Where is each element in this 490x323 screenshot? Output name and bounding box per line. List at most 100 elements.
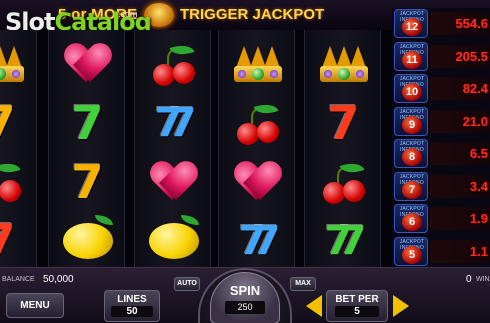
jackpot-inferno-badge: JACKPOT INFERNO9 <box>394 106 428 136</box>
jackpot-inferno-badge: JACKPOT INFERNO5 <box>394 236 428 266</box>
seven-symbol-icon: 7 <box>71 154 104 209</box>
reel-cell: 77 <box>219 211 296 270</box>
jackpot-row: JACKPOT INFERNO921.0 <box>392 106 490 137</box>
jackpot-row: JACKPOT INFERNO61.9 <box>392 203 490 234</box>
jackpot-row: JACKPOT INFERNO86.5 <box>392 138 490 169</box>
jackpot-inferno-badge: JACKPOT INFERNO10 <box>394 74 428 103</box>
reel-cell: 77 <box>305 211 382 270</box>
seven-symbol-icon: 7 <box>0 216 16 266</box>
seven-symbol-icon: 7 <box>71 95 104 150</box>
reel-cell <box>219 152 296 211</box>
jackpot-row: JACKPOT INFERNO73.4 <box>392 171 490 202</box>
jackpot-value: 205.5 <box>430 44 490 68</box>
jackpot-count: 11 <box>402 50 422 69</box>
reel-cell <box>305 152 382 211</box>
bet-value: 5 <box>335 306 379 317</box>
crown-symbol-icon <box>230 42 286 86</box>
jackpot-ladder: JACKPOT INFERNO12554.6JACKPOT INFERNO112… <box>392 8 490 270</box>
win-label: WIN <box>476 276 490 283</box>
jackpot-count: 9 <box>402 115 422 134</box>
reel-5: 7 77 <box>304 30 381 267</box>
bet-decrease-arrow-icon[interactable] <box>306 295 322 317</box>
cherry-symbol-icon <box>233 99 283 145</box>
seven-symbol-icon: 77 <box>324 217 367 264</box>
reel-cell <box>135 152 212 211</box>
cherry-symbol-icon <box>319 158 369 204</box>
reel-cell <box>0 152 38 211</box>
reel-cell <box>49 34 126 93</box>
lines-label: LINES <box>117 294 147 305</box>
reel-cell: 77 <box>135 93 212 152</box>
jackpot-inferno-badge: JACKPOT INFERNO12 <box>394 9 428 38</box>
lemon-symbol-icon <box>148 214 199 259</box>
jackpot-inferno-badge: JACKPOT INFERNO11 <box>394 41 428 71</box>
reel-cell: 7 <box>305 93 382 152</box>
spin-total-bet: 250 <box>225 301 265 314</box>
heart-symbol-icon <box>152 162 196 202</box>
lemon-symbol-icon <box>62 214 113 259</box>
reel-cell <box>135 34 212 93</box>
jackpot-count: 7 <box>402 180 422 199</box>
seven-symbol-icon: 77 <box>238 217 281 264</box>
reel-3: 77 <box>134 30 211 267</box>
jackpot-value: 3.4 <box>430 174 490 198</box>
reel-1: 77 <box>0 30 37 267</box>
jackpot-value: 1.9 <box>430 207 490 230</box>
bet-label: BET PER <box>335 294 379 305</box>
seven-symbol-icon: 7 <box>0 98 16 148</box>
jackpot-inferno-badge: JACKPOT INFERNO8 <box>394 139 428 168</box>
jackpot-row: JACKPOT INFERNO11205.5 <box>392 41 490 72</box>
reel-cell: 7 <box>0 211 38 270</box>
jackpot-count: 10 <box>402 83 422 101</box>
reel-area: 77777777777 <box>0 30 392 267</box>
jackpot-value: 21.0 <box>430 109 490 133</box>
reel-2: 77 <box>48 30 125 267</box>
jackpot-row: JACKPOT INFERNO51.1 <box>392 236 490 267</box>
jackpot-value: 6.5 <box>430 142 490 165</box>
reel-cell: 7 <box>49 93 126 152</box>
jackpot-value: 1.1 <box>430 239 490 263</box>
bet-increase-arrow-icon[interactable] <box>393 295 409 317</box>
reel-cell <box>49 211 126 270</box>
control-panel: BALANCE 50,000 0 WIN MENU LINES 50 AUTO … <box>0 267 490 323</box>
jackpot-inferno-badge: JACKPOT INFERNO6 <box>394 204 428 233</box>
bet-per-button[interactable]: BET PER 5 <box>326 290 388 322</box>
jackpot-value: 82.4 <box>430 77 490 100</box>
reel-cell: 7 <box>0 93 38 152</box>
reel-cell <box>219 93 296 152</box>
reel-4: 77 <box>218 30 295 267</box>
jackpot-row: JACKPOT INFERNO1082.4 <box>392 73 490 104</box>
reel-cell <box>135 211 212 270</box>
slot-game: 5 or MORE TRIGGER JACKPOT SlotCatalog .c… <box>0 0 490 323</box>
reel-cell: 7 <box>49 152 126 211</box>
spin-label: SPIN <box>229 283 261 298</box>
cherry-symbol-icon <box>0 158 25 204</box>
jackpot-count: 5 <box>402 245 422 264</box>
heart-symbol-icon <box>236 162 280 202</box>
jackpot-inferno-badge: JACKPOT INFERNO7 <box>394 171 428 201</box>
jackpot-count: 12 <box>402 18 422 36</box>
seven-symbol-icon: 77 <box>154 99 197 146</box>
reel-cell <box>305 34 382 93</box>
watermark-com: .com <box>118 9 138 19</box>
crown-symbol-icon <box>0 42 28 86</box>
cherry-symbol-icon <box>149 40 199 86</box>
win-value: 0 <box>466 274 472 285</box>
max-button[interactable]: MAX <box>290 277 316 291</box>
seven-symbol-icon: 7 <box>327 95 360 150</box>
jackpot-count: 6 <box>402 213 422 231</box>
menu-button[interactable]: MENU <box>6 293 64 318</box>
crown-symbol-icon <box>316 42 372 86</box>
balance-value: 50,000 <box>43 274 74 285</box>
jackpot-count: 8 <box>402 148 422 166</box>
lines-value: 50 <box>111 306 153 317</box>
balance-label: BALANCE <box>2 276 35 283</box>
heart-symbol-icon <box>66 44 110 84</box>
auto-button[interactable]: AUTO <box>174 277 200 291</box>
reel-cell <box>219 34 296 93</box>
jackpot-row: JACKPOT INFERNO12554.6 <box>392 8 490 39</box>
reel-cell <box>0 34 38 93</box>
jackpot-value: 554.6 <box>430 12 490 35</box>
banner-suffix: TRIGGER JACKPOT <box>180 6 325 23</box>
lines-button[interactable]: LINES 50 <box>104 290 160 322</box>
